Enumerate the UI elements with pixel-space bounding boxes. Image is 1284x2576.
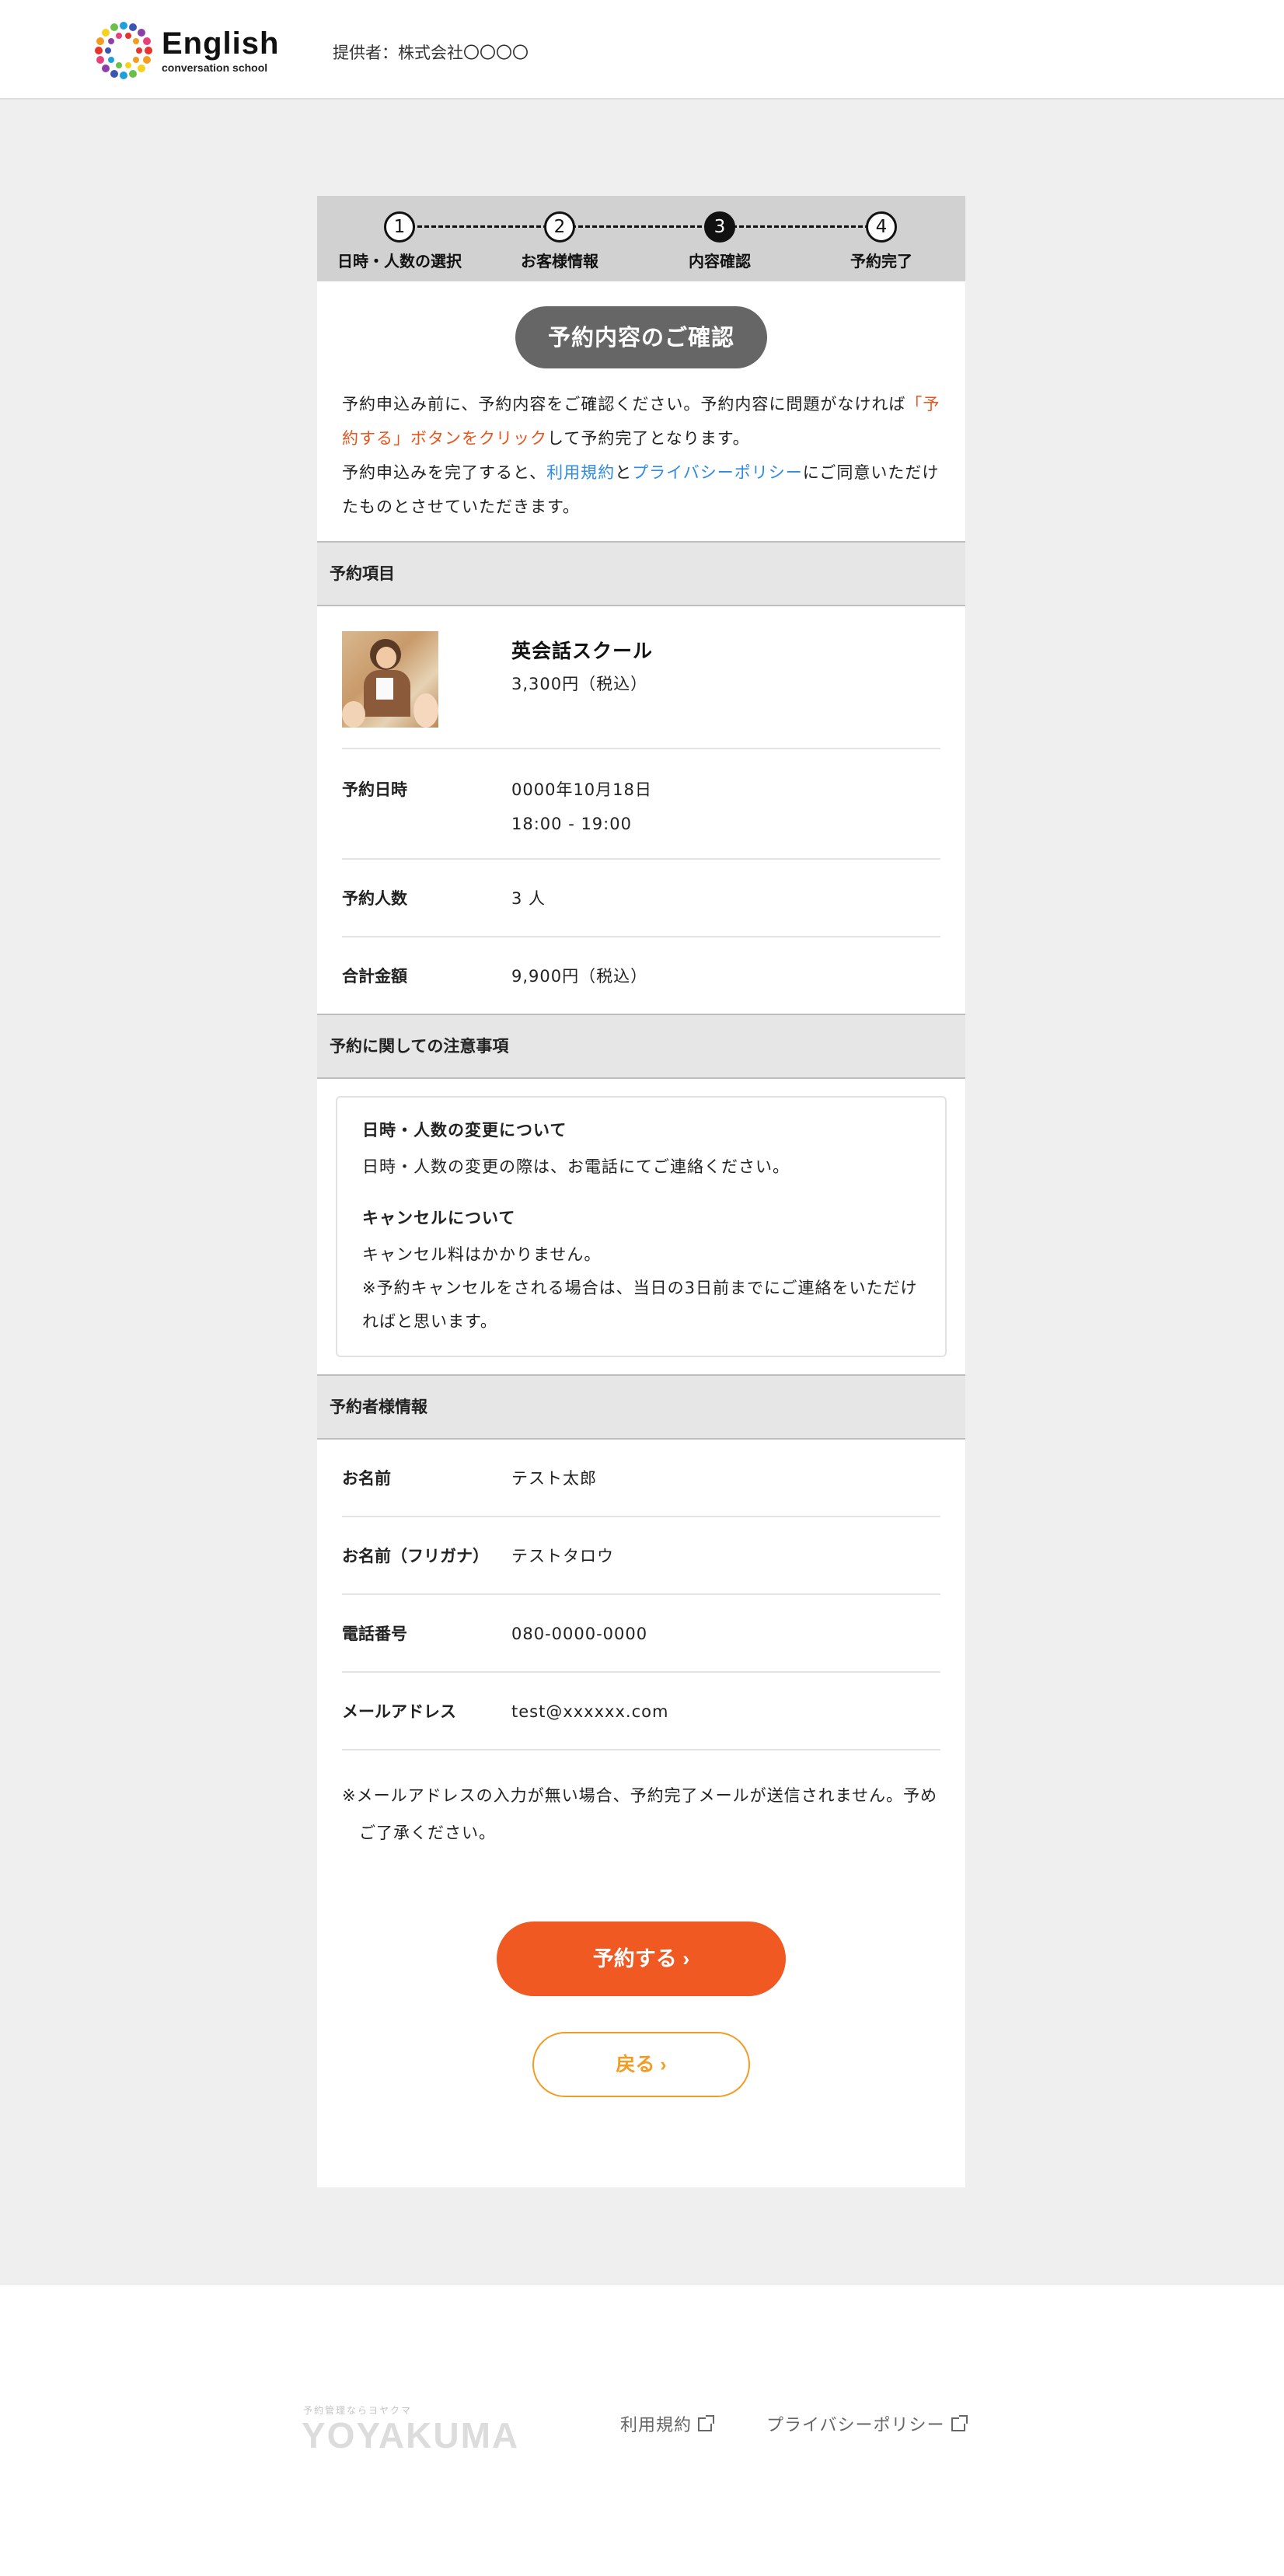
external-link-icon [951, 2415, 968, 2431]
step-connector-line [410, 225, 877, 228]
change-note-body: 日時・人数の変更の際は、お電話にてご連絡ください。 [362, 1157, 790, 1176]
reservation-items: 英会話スクール 3,300円（税込） 予約日時 0000年10月18日 18:0… [317, 606, 965, 1014]
confirm-title: 予約内容のご確認 [515, 306, 767, 368]
step-number: 2 [544, 211, 575, 243]
site-footer: 予約管理ならヨヤクマ YOYAKUMA 利用規約 プライバシーポリシー [0, 2285, 1284, 2576]
customer-phone: 080-0000-0000 [511, 1625, 648, 1643]
logo-subtitle: conversation school [162, 61, 268, 74]
terms-link[interactable]: 利用規約 [546, 463, 615, 482]
english-school-logo[interactable]: English conversation school [93, 20, 279, 81]
notes-heading: 予約に関しての注意事項 [317, 1014, 965, 1079]
step-label: お客様情報 [521, 252, 598, 271]
intro-text-part: 予約申込み前に、予約内容をご確認ください。予約内容に問題がなければ [342, 395, 906, 414]
customer-kana: テストタロウ [511, 1547, 614, 1565]
logo-title: English [162, 26, 280, 61]
progress-steps: 1 日時・人数の選択 2 お客様情報 3 内容確認 4 予約完了 [317, 196, 965, 281]
cancel-note-detail: ※予約キャンセルをされる場合は、当日の3日前までにご連絡をいただければと思います… [362, 1279, 918, 1331]
footer-privacy-link[interactable]: プライバシーポリシー [766, 2411, 968, 2436]
confirmation-card: 1 日時・人数の選択 2 お客様情報 3 内容確認 4 予約完了 予約内容のご確… [317, 196, 965, 2187]
site-header: English conversation school 提供者：株式会社〇〇〇〇 [0, 0, 1284, 99]
email-notice: ※メールアドレスの入力が無い場合、予約完了メールが送信されません。予めご了承くだ… [342, 1786, 937, 1842]
change-note-title: 日時・人数の変更について [362, 1121, 567, 1140]
logo-mark-icon [93, 20, 154, 81]
step-3: 3 内容確認 [642, 211, 797, 271]
intro-text-part: して予約完了となります。 [547, 429, 750, 448]
row-label: 予約日時 [342, 780, 407, 799]
step-4: 4 予約完了 [804, 211, 959, 271]
reservation-items-heading: 予約項目 [317, 541, 965, 606]
intro-text-part: 予約申込みを完了すると、 [342, 463, 547, 482]
reservation-date: 0000年10月18日 [511, 780, 652, 799]
english-school-photo [342, 631, 438, 728]
footer-link-label: プライバシーポリシー [766, 2416, 945, 2435]
step-1: 1 日時・人数の選択 [322, 211, 477, 271]
yoyakuma-logo[interactable]: YOYAKUMA [302, 2414, 519, 2456]
external-link-icon [698, 2415, 715, 2431]
customer-email-row: メールアドレス test@xxxxxx.com [342, 1673, 940, 1750]
customer-info: お名前 テスト太郎 お名前（フリガナ） テストタロウ 電話番号 080-0000… [317, 1440, 965, 1750]
total-price: 9,900円（税込） [511, 967, 648, 986]
main-area: 1 日時・人数の選択 2 お客様情報 3 内容確認 4 予約完了 予約内容のご確… [0, 99, 1284, 2285]
cancel-note-title: キャンセルについて [362, 1209, 516, 1227]
footer-link-label: 利用規約 [620, 2416, 693, 2435]
row-label: 予約人数 [342, 889, 407, 908]
cancel-note-body: キャンセル料はかかりません。 [362, 1245, 602, 1264]
row-label: メールアドレス [342, 1702, 456, 1721]
privacy-policy-link[interactable]: プライバシーポリシー [632, 463, 803, 482]
notes-box: 日時・人数の変更について 日時・人数の変更の際は、お電話にてご連絡ください。 キ… [336, 1096, 947, 1357]
reservation-people-row: 予約人数 3 人 [342, 860, 940, 937]
row-label: 合計金額 [342, 967, 407, 986]
intro-text: 予約申込み前に、予約内容をご確認ください。予約内容に問題がなければ「予約する」ボ… [317, 368, 965, 524]
reservation-datetime-row: 予約日時 0000年10月18日 18:00 - 19:00 [342, 749, 940, 860]
customer-name-row: お名前 テスト太郎 [342, 1440, 940, 1517]
step-label: 予約完了 [850, 252, 912, 271]
intro-text-part: と [615, 463, 633, 482]
reservation-time: 18:00 - 19:00 [511, 815, 632, 833]
step-2: 2 お客様情報 [482, 211, 637, 271]
customer-name: テスト太郎 [511, 1469, 597, 1488]
customer-kana-row: お名前（フリガナ） テストタロウ [342, 1517, 940, 1595]
customer-info-heading: 予約者様情報 [317, 1374, 965, 1440]
reservation-total-row: 合計金額 9,900円（税込） [342, 937, 940, 1014]
customer-phone-row: 電話番号 080-0000-0000 [342, 1595, 940, 1673]
step-label: 日時・人数の選択 [337, 252, 462, 271]
step-label: 内容確認 [689, 252, 751, 271]
item-thumbnail-cell [342, 631, 511, 728]
row-label: お名前（フリガナ） [342, 1547, 489, 1565]
people-count: 3 人 [511, 889, 546, 908]
item-price: 3,300円（税込） [511, 675, 648, 693]
footer-terms-link[interactable]: 利用規約 [620, 2411, 715, 2436]
customer-email: test@xxxxxx.com [511, 1702, 669, 1721]
row-label: お名前 [342, 1469, 391, 1488]
reservation-item-row: 英会話スクール 3,300円（税込） [342, 606, 940, 749]
provider-text: 提供者：株式会社〇〇〇〇 [333, 44, 529, 62]
step-number-current: 3 [704, 211, 735, 243]
row-label: 電話番号 [342, 1625, 407, 1643]
reserve-button[interactable]: 予約する › [497, 1922, 786, 1996]
item-name: 英会話スクール [511, 640, 654, 662]
step-number: 1 [384, 211, 415, 243]
step-number: 4 [866, 211, 897, 243]
back-button[interactable]: 戻る › [532, 2032, 750, 2097]
